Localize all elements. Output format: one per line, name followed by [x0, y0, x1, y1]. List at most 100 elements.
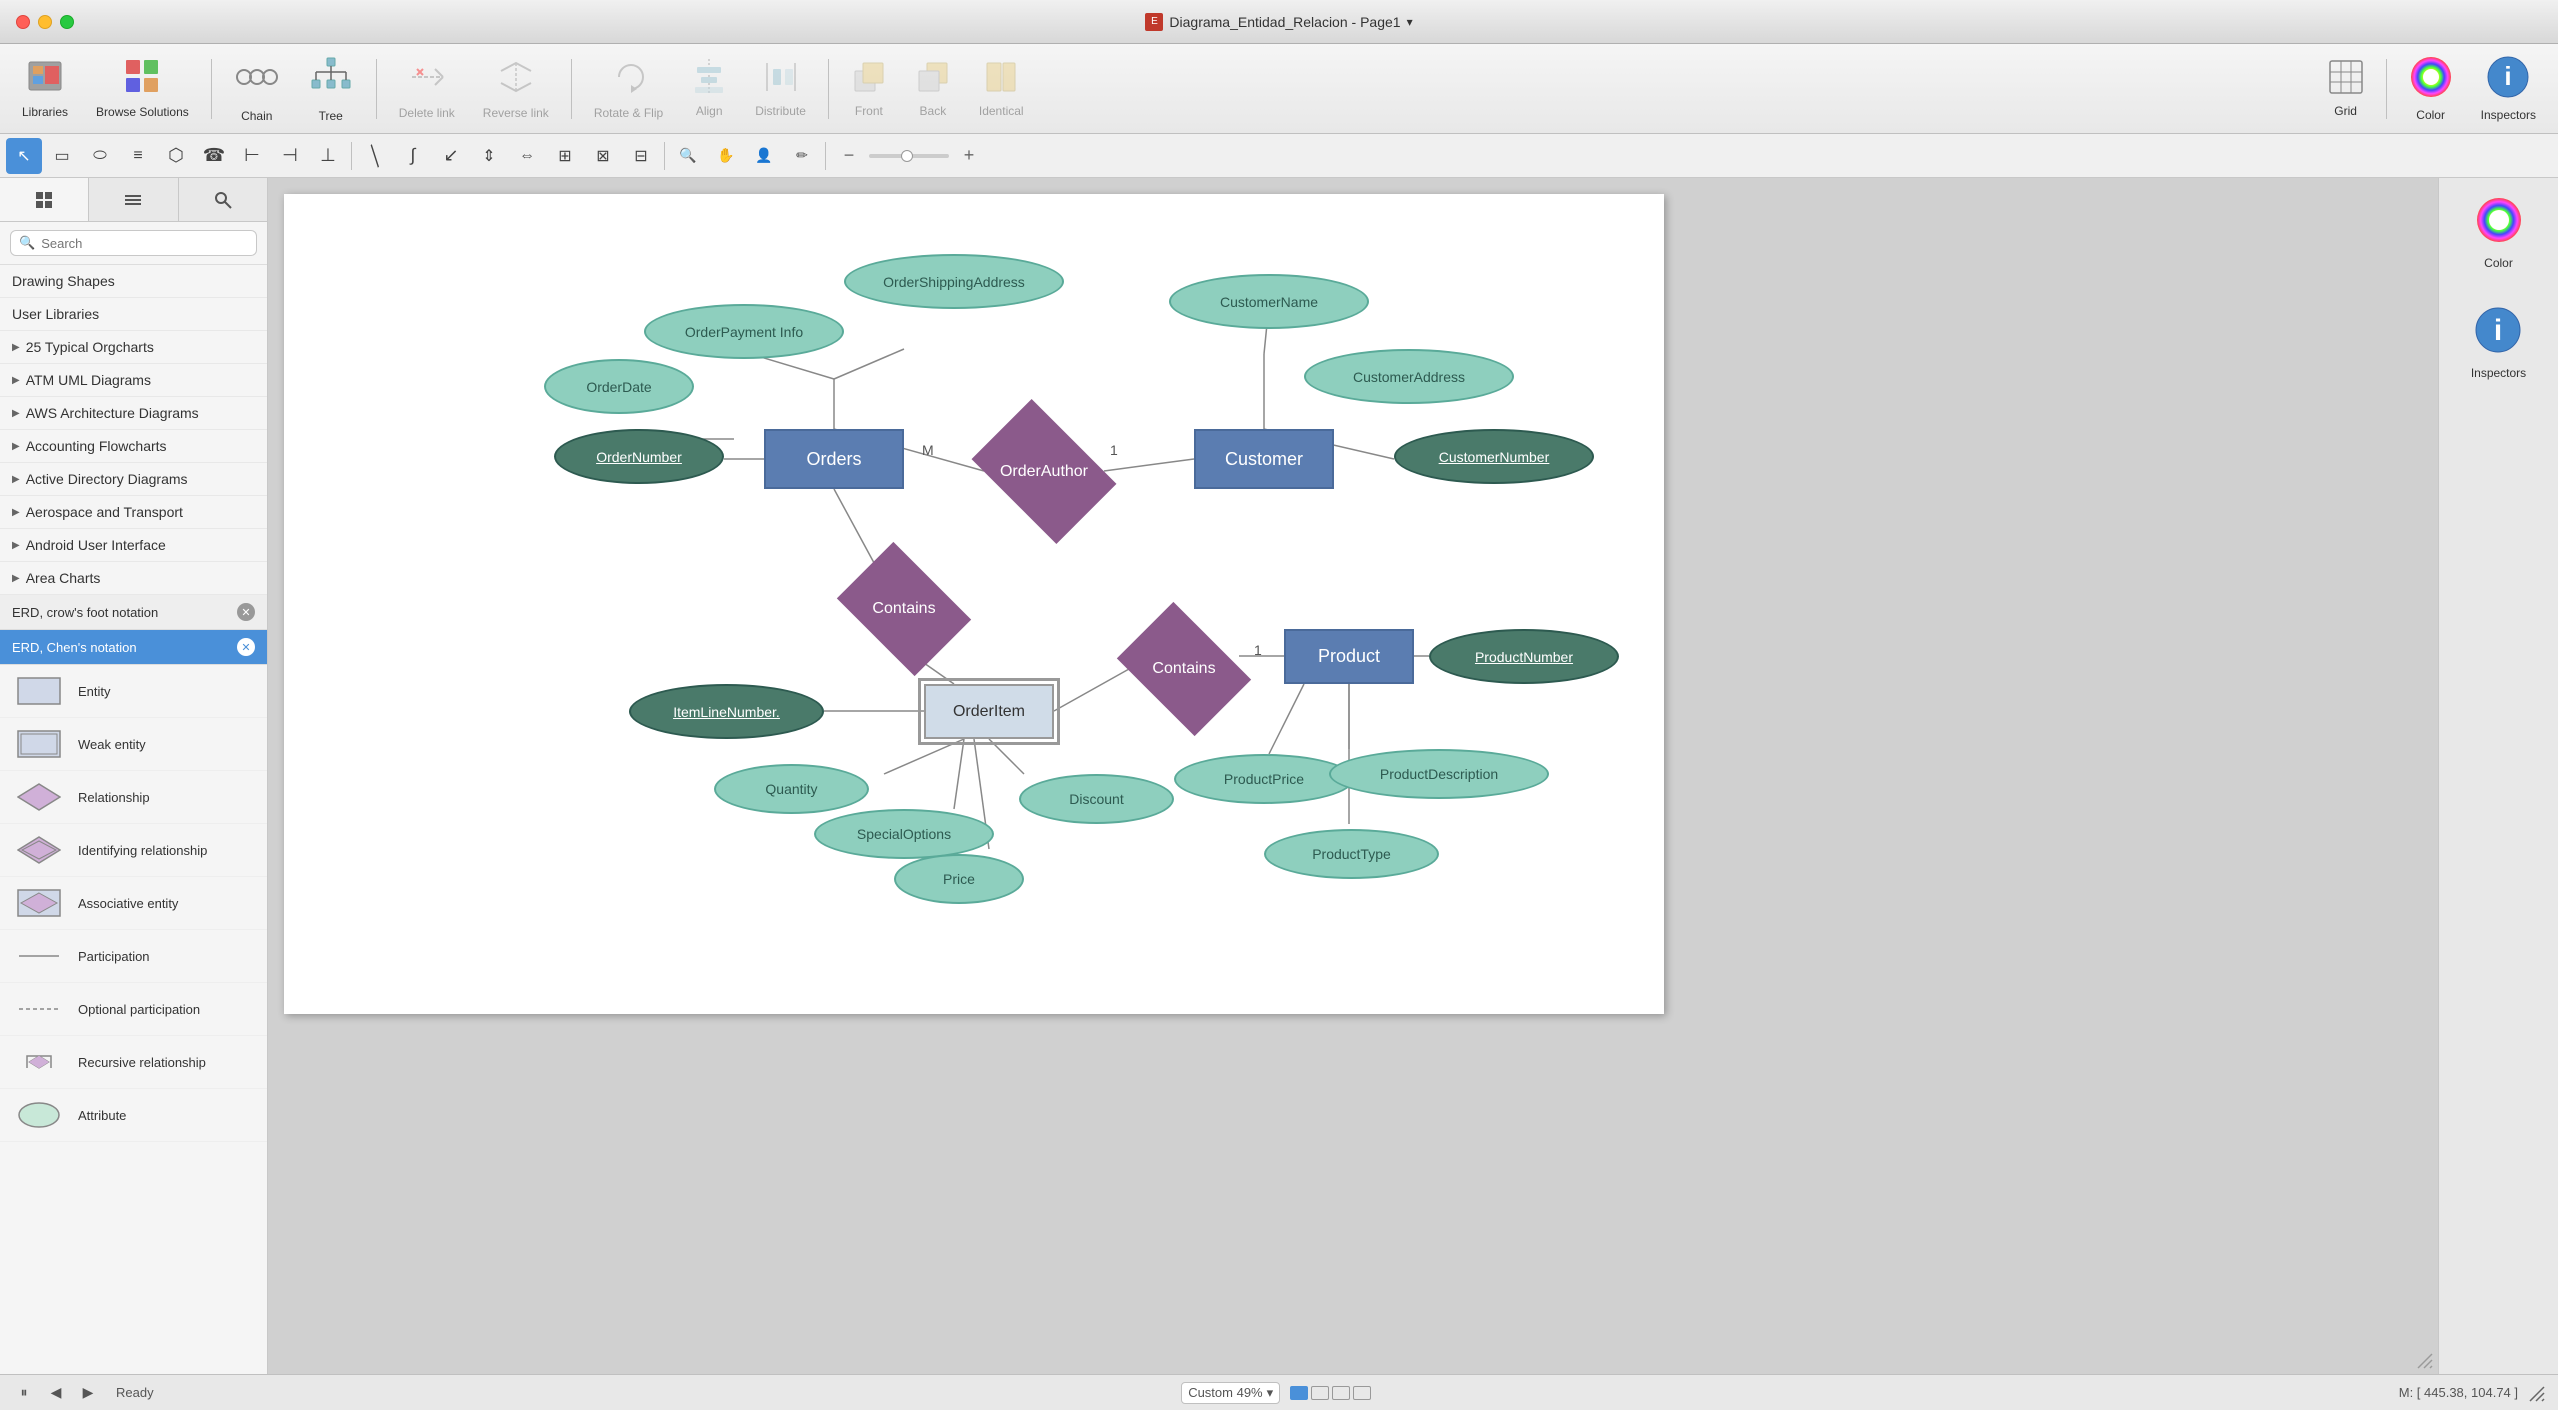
bend-tool[interactable]: ↙ [433, 138, 469, 174]
sidebar-item-atm-uml[interactable]: ▶ ATM UML Diagrams [0, 364, 267, 397]
attr-itemlinenumber[interactable]: ItemLineNumber. [629, 684, 824, 739]
color-panel-btn[interactable]: Color [2467, 188, 2531, 278]
page-dot-2[interactable] [1311, 1386, 1329, 1400]
attr-orderpayment[interactable]: OrderPayment Info [644, 304, 844, 359]
attr-orderdate[interactable]: OrderDate [544, 359, 694, 414]
canvas-area[interactable]: M 1 1 M 1 1 Orders Customer Product Orde… [268, 178, 2438, 1374]
vertical-tool[interactable]: ⇕ [471, 138, 507, 174]
search-input[interactable] [41, 236, 248, 251]
attr-productnumber[interactable]: ProductNumber [1429, 629, 1619, 684]
entity-customer[interactable]: Customer [1194, 429, 1334, 489]
text-tool[interactable]: ≡ [120, 138, 156, 174]
shape-identifying-rel[interactable]: Identifying relationship [0, 824, 267, 877]
zoom-plus[interactable]: + [951, 138, 987, 174]
canvas-resize-handle[interactable] [2414, 1350, 2434, 1370]
close-lib-button[interactable]: ✕ [237, 638, 255, 656]
attr-productprice[interactable]: ProductPrice [1174, 754, 1354, 804]
sidebar-item-orgcharts[interactable]: ▶ 25 Typical Orgcharts [0, 331, 267, 364]
prev-page-button[interactable]: ◀ [44, 1381, 68, 1405]
lib-header-erd-crow[interactable]: ERD, crow's foot notation ✕ [0, 595, 267, 630]
libraries-button[interactable]: Libraries [10, 52, 80, 125]
pan-tool[interactable]: ✋ [708, 138, 744, 174]
zoom-slider[interactable] [869, 154, 949, 158]
inspectors-panel-btn[interactable]: i Inspectors [2463, 298, 2534, 388]
sidebar-item-active-directory[interactable]: ▶ Active Directory Diagrams [0, 463, 267, 496]
zoom-selector[interactable]: Custom 49% ▾ [1181, 1382, 1280, 1404]
line-tool[interactable]: ╱ [350, 130, 401, 181]
sidebar-item-drawing-shapes[interactable]: Drawing Shapes [0, 265, 267, 298]
zoom-minus[interactable]: − [831, 138, 867, 174]
attr-customername[interactable]: CustomerName [1169, 274, 1369, 329]
sidebar-item-area-charts[interactable]: ▶ Area Charts [0, 562, 267, 595]
user-tool[interactable]: 👤 [746, 138, 782, 174]
chain-button[interactable]: Chain [222, 48, 292, 129]
attr-specialoptions[interactable]: SpecialOptions [814, 809, 994, 859]
sidebar-item-aerospace[interactable]: ▶ Aerospace and Transport [0, 496, 267, 529]
shape-t3[interactable]: ⊥ [310, 138, 346, 174]
ellipse-tool[interactable]: ⬭ [82, 138, 118, 174]
attr-customeraddress[interactable]: CustomerAddress [1304, 349, 1514, 404]
browse-solutions-button[interactable]: Browse Solutions [84, 52, 201, 125]
entity-orders[interactable]: Orders [764, 429, 904, 489]
lib-header-erd-chen[interactable]: ERD, Chen's notation ✕ [0, 630, 267, 665]
cross-tool[interactable]: ⊞ [547, 138, 583, 174]
reshape-tool[interactable]: ⬡ [158, 138, 194, 174]
window-controls[interactable] [16, 15, 74, 29]
pause-button[interactable]: ⏸ [12, 1381, 36, 1405]
entity-product[interactable]: Product [1284, 629, 1414, 684]
rel-contains-top[interactable]: Contains [837, 542, 971, 676]
attr-producttype[interactable]: ProductType [1264, 829, 1439, 879]
back-button[interactable]: Back [903, 53, 963, 124]
shape-opt-participation[interactable]: Optional participation [0, 983, 267, 1036]
select-tool[interactable]: ↖ [6, 138, 42, 174]
attr-discount[interactable]: Discount [1019, 774, 1174, 824]
dropdown-arrow[interactable]: ▾ [1407, 15, 1413, 29]
next-page-button[interactable]: ▶ [76, 1381, 100, 1405]
shape-t1[interactable]: ⊢ [234, 138, 270, 174]
sidebar-tab-search[interactable] [179, 178, 267, 221]
attr-productdescription[interactable]: ProductDescription [1329, 749, 1549, 799]
zoom-out-tool[interactable]: 🔍 [670, 138, 706, 174]
close-button[interactable] [16, 15, 30, 29]
attr-quantity[interactable]: Quantity [714, 764, 869, 814]
sidebar-tab-list[interactable] [0, 178, 89, 221]
shape-attribute[interactable]: Attribute [0, 1089, 267, 1142]
attr-customernumber[interactable]: CustomerNumber [1394, 429, 1594, 484]
sidebar-item-android[interactable]: ▶ Android User Interface [0, 529, 267, 562]
shape-assoc-entity[interactable]: Associative entity [0, 877, 267, 930]
page-dot-4[interactable] [1353, 1386, 1371, 1400]
entity-orderitem[interactable]: OrderItem [924, 684, 1054, 739]
attr-price[interactable]: Price [894, 854, 1024, 904]
rel-contains-right[interactable]: Contains [1117, 602, 1251, 736]
color-button[interactable]: Color [2397, 49, 2465, 128]
sidebar-tab-grid[interactable] [89, 178, 178, 221]
search-box[interactable]: 🔍 [10, 230, 257, 256]
canvas[interactable]: M 1 1 M 1 1 Orders Customer Product Orde… [284, 194, 1664, 1014]
sidebar-item-aws[interactable]: ▶ AWS Architecture Diagrams [0, 397, 267, 430]
shape-t2[interactable]: ⊣ [272, 138, 308, 174]
rect-tool[interactable]: ▭ [44, 138, 80, 174]
cross3-tool[interactable]: ⊟ [623, 138, 659, 174]
shape-participation[interactable]: Participation [0, 930, 267, 983]
close-lib-button[interactable]: ✕ [237, 603, 255, 621]
tree-button[interactable]: Tree [296, 48, 366, 129]
page-dot-3[interactable] [1332, 1386, 1350, 1400]
rel-orderauthor[interactable]: OrderAuthor [972, 399, 1117, 544]
resize-handle-icon[interactable] [2526, 1383, 2546, 1403]
maximize-button[interactable] [60, 15, 74, 29]
sidebar-item-accounting[interactable]: ▶ Accounting Flowcharts [0, 430, 267, 463]
minimize-button[interactable] [38, 15, 52, 29]
delete-link-button[interactable]: Delete link [387, 51, 467, 126]
shape-weak-entity[interactable]: Weak entity [0, 718, 267, 771]
shape-recursive-rel[interactable]: Recursive relationship [0, 1036, 267, 1089]
phone-shape-tool[interactable]: ☎ [196, 138, 232, 174]
rotate-flip-button[interactable]: Rotate & Flip [582, 51, 675, 126]
attr-ordershipping[interactable]: OrderShippingAddress [844, 254, 1064, 309]
front-button[interactable]: Front [839, 53, 899, 124]
cross2-tool[interactable]: ⊠ [585, 138, 621, 174]
shape-entity[interactable]: Entity [0, 665, 267, 718]
reverse-link-button[interactable]: Reverse link [471, 51, 561, 126]
curve-tool[interactable]: ∫ [395, 138, 431, 174]
grid-button[interactable]: Grid [2316, 53, 2376, 124]
page-dot-1[interactable] [1290, 1386, 1308, 1400]
